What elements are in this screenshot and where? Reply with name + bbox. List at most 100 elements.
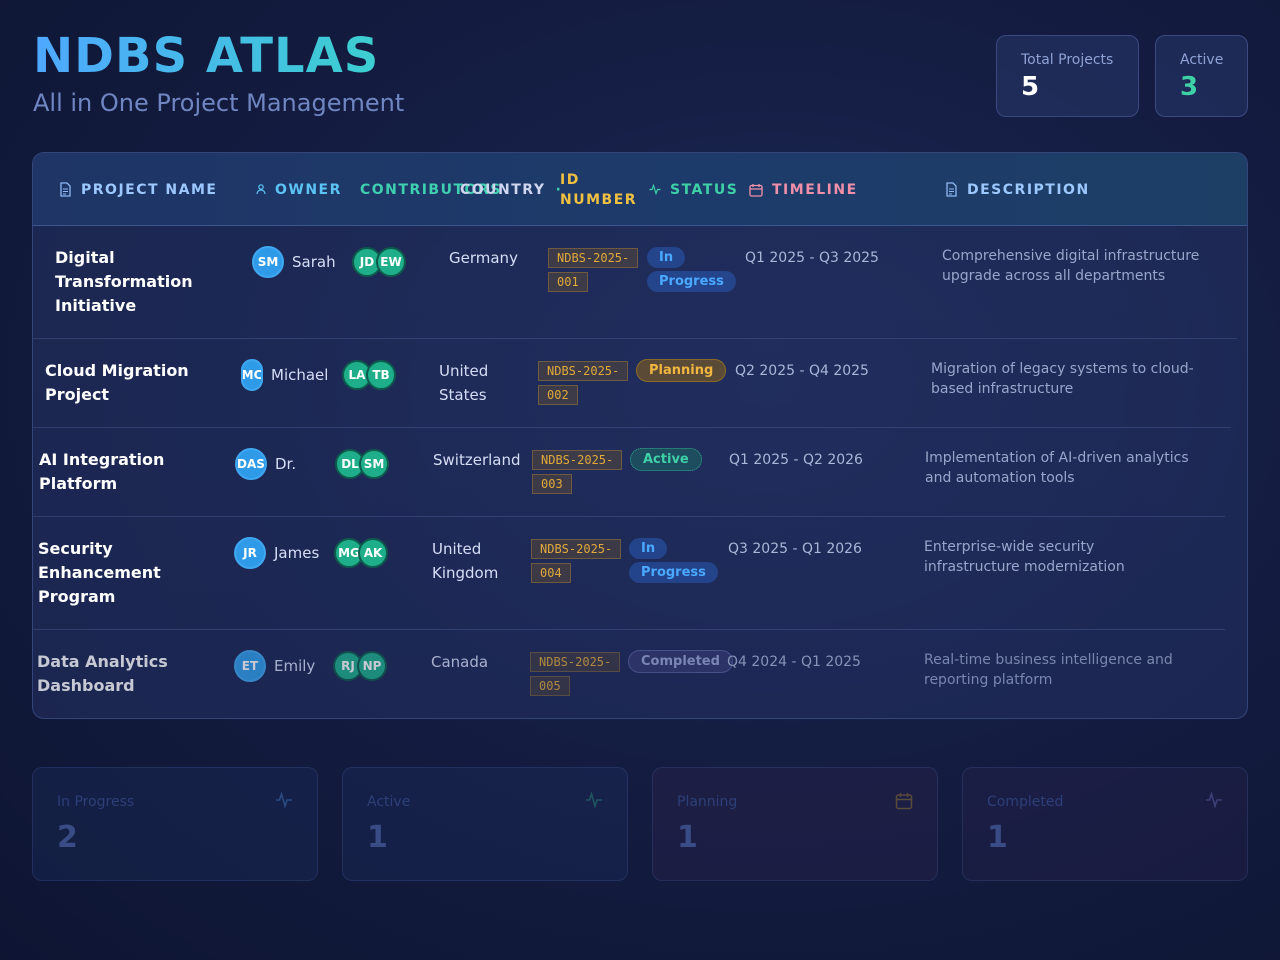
owner-name: Michael [271,366,329,384]
description: Enterprise-wide security infrastructure … [924,539,1125,575]
owner: JR James [234,537,319,569]
status-badge: Active [630,448,702,472]
summary-card-planning[interactable]: Planning 1 [652,767,938,881]
status-badge: In Progress [629,537,718,585]
id-number: NDBS-2025-004 [531,537,622,585]
owner: SM Sarah [252,246,336,278]
status-badge: Completed [628,650,733,674]
id-number: NDBS-2025-002 [538,359,629,407]
table-row[interactable]: Cloud Migration Project MC Michael LA TB… [33,339,1231,428]
total-projects-label: Total Projects [1021,52,1114,68]
column-label: STATUS [670,181,739,198]
app-subtitle: All in One Project Management [33,89,405,117]
app-title: NDBS ATLAS [33,28,380,84]
contributor-avatar: AK [358,538,388,568]
summary-label: Completed [987,794,1064,810]
user-icon [256,184,266,195]
document-icon [945,182,958,197]
avatar: JR [234,537,266,569]
avatar: ET [234,650,266,682]
country: Switzerland [433,451,521,469]
total-projects-card: Total Projects 5 [996,35,1139,117]
description: Implementation of AI-driven analytics an… [925,450,1189,486]
country: United Kingdom [432,540,499,582]
avatar: MC [241,359,263,391]
column-header-description[interactable]: DESCRIPTION [945,153,1090,226]
active-projects-value: 3 [1180,72,1199,102]
country: United States [439,362,489,404]
column-label: TIMELINE [772,181,858,198]
document-icon [59,182,72,197]
timeline: Q1 2025 - Q3 2025 [745,250,879,266]
column-label: DESCRIPTION [967,181,1090,198]
description: Migration of legacy systems to cloud-bas… [931,361,1194,397]
calendar-icon [895,792,913,814]
total-projects-value: 5 [1021,72,1040,102]
activity-icon [585,791,603,812]
summary-card-in-progress[interactable]: In Progress 2 [32,767,318,881]
column-header-timeline[interactable]: TIMELINE [749,153,858,226]
project-name: Digital Transformation Initiative [55,248,193,315]
owner-name: Emily [274,657,316,675]
timeline: Q1 2025 - Q2 2026 [729,452,863,468]
summary-value: 2 [57,820,78,855]
contributor-avatar: NP [357,651,387,681]
owner: MC Michael [241,359,328,391]
column-header-project-name[interactable]: PROJECT NAME [59,153,217,226]
table-row[interactable]: Security Enhancement Program JR James MG… [33,517,1225,630]
column-header-country[interactable]: COUNTRY · [460,153,562,226]
table-row[interactable]: AI Integration Platform DAS Dr. DL SM Sw… [33,428,1225,517]
column-header-status[interactable]: STATUS [649,153,738,226]
table-row[interactable]: Data Analytics Dashboard ET Emily RJ NP … [33,630,1225,718]
project-name: Cloud Migration Project [45,361,189,404]
column-label: OWNER [275,181,342,198]
id-number: NDBS-2025-005 [530,650,621,698]
contributors: DL SM [335,449,389,479]
timeline: Q4 2024 - Q1 2025 [727,654,861,670]
summary-value: 1 [987,820,1008,855]
status-badge: Planning [636,359,727,383]
summary-label: Active [367,794,411,810]
summary-card-completed[interactable]: Completed 1 [962,767,1248,881]
contributor-avatar: TB [366,360,396,390]
activity-icon [1205,791,1223,812]
summary-card-active[interactable]: Active 1 [342,767,628,881]
summary-label: Planning [677,794,738,810]
column-header-owner[interactable]: OWNER [256,153,342,226]
description: Real-time business intelligence and repo… [924,652,1173,688]
contributor-avatar: EW [376,247,406,277]
owner-name: Sarah [292,253,336,271]
avatar: SM [252,246,284,278]
owner-name: Dr. [275,455,297,473]
active-projects-label: Active [1180,52,1224,68]
country: Germany [449,249,518,267]
projects-table: PROJECT NAME OWNER CONTRIBUTORS COUNTRY … [32,152,1248,719]
summary-label: In Progress [57,794,135,810]
id-number: NDBS-2025-001 [548,246,639,294]
activity-icon [649,184,661,195]
column-label: ID NUMBER [560,171,638,208]
table-header: PROJECT NAME OWNER CONTRIBUTORS COUNTRY … [33,153,1247,226]
summary-value: 1 [677,820,698,855]
avatar: DAS [235,448,267,480]
description: Comprehensive digital infrastructure upg… [942,248,1200,284]
contributors: MG AK [334,538,388,568]
contributors: RJ NP [333,651,387,681]
table-row[interactable]: Digital Transformation Initiative SM Sar… [33,226,1237,339]
project-name: Security Enhancement Program [38,539,161,606]
contributors: JD EW [352,247,406,277]
project-name: Data Analytics Dashboard [37,652,168,695]
owner-name: James [274,544,320,562]
status-badge: In Progress [647,246,736,294]
timeline: Q3 2025 - Q1 2026 [728,541,862,557]
timeline: Q2 2025 - Q4 2025 [735,363,869,379]
country: Canada [431,653,489,671]
summary-value: 1 [367,820,388,855]
active-projects-card: Active 3 [1155,35,1248,117]
contributor-avatar: SM [359,449,389,479]
owner: ET Emily [234,650,315,682]
column-header-id-number[interactable]: ID NUMBER [560,153,640,226]
id-number: NDBS-2025-003 [532,448,623,496]
column-label: COUNTRY [460,181,546,198]
contributors: LA TB [342,360,396,390]
